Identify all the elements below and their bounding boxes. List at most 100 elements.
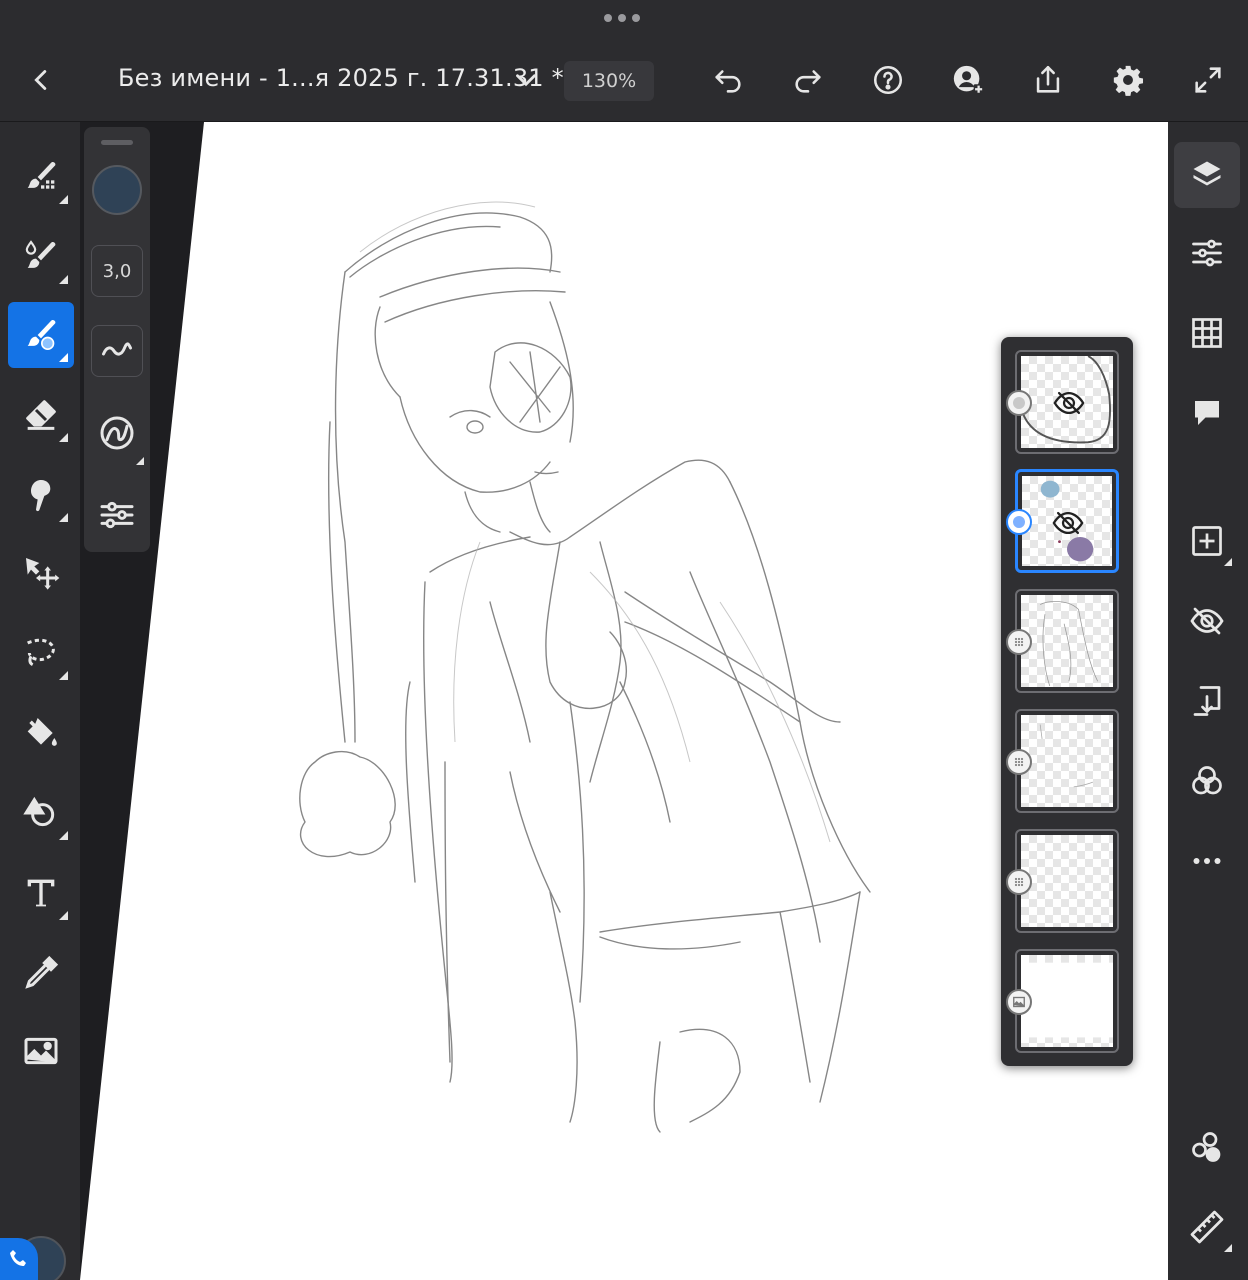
layers-panel (1001, 337, 1133, 1066)
shapes-icon (23, 796, 55, 827)
sliders-icon (1192, 239, 1222, 267)
help-icon (873, 65, 903, 95)
add-user-icon (953, 65, 984, 95)
merge-down-button[interactable] (1174, 668, 1240, 734)
panel-handle[interactable] (101, 140, 133, 145)
more-icon (1193, 858, 1221, 864)
share-button[interactable] (1028, 60, 1068, 100)
layer-type-vector-2 (1006, 509, 1032, 535)
layer-properties-button[interactable] (1174, 220, 1240, 286)
expand-icon (1195, 67, 1221, 93)
text-tool[interactable] (8, 860, 74, 926)
text-icon (27, 879, 55, 907)
vector-layer-icon (1013, 397, 1025, 409)
hidden-eye-icon (1053, 391, 1085, 415)
merge-down-icon (1193, 686, 1221, 716)
ruler-icon (1190, 1210, 1224, 1244)
shapes-tool[interactable] (8, 780, 74, 846)
left-toolbar (0, 122, 80, 1280)
add-layer-button[interactable] (1174, 508, 1240, 574)
layer-thumb-drawing (1039, 601, 1099, 687)
vector-layer-icon (1013, 516, 1025, 528)
chevron-down-icon (516, 74, 536, 87)
fullscreen-button[interactable] (1188, 60, 1228, 100)
zoom-level[interactable]: 130% (564, 61, 654, 101)
pixel-layer-icon (1014, 877, 1024, 887)
back-button[interactable] (22, 60, 62, 100)
top-bar: Без имени - 1...я 2025 г. 17.31.31 * 130… (0, 0, 1248, 122)
move-tool[interactable] (8, 540, 74, 606)
help-button[interactable] (868, 60, 908, 100)
document-title[interactable]: Без имени - 1...я 2025 г. 17.31.31 * (118, 64, 564, 92)
brush-size-field[interactable]: 3,0 (91, 245, 143, 297)
share-icon (1036, 65, 1060, 93)
fill-tool[interactable] (8, 700, 74, 766)
settings-button[interactable] (1108, 60, 1148, 100)
grid-button[interactable] (1174, 300, 1240, 366)
call-indicator[interactable] (0, 1238, 38, 1280)
lasso-tool[interactable] (8, 620, 74, 686)
eraser-tool[interactable] (8, 382, 74, 448)
redo-icon (795, 70, 821, 93)
vector-brush-icon (27, 320, 56, 350)
brush-smoothing-button[interactable] (91, 325, 143, 377)
layer-thumb-drawing (1039, 724, 1094, 788)
add-layer-icon (1192, 526, 1222, 556)
pixel-brush-tool[interactable] (8, 144, 74, 210)
smudge-tool[interactable] (8, 462, 74, 528)
image-icon (24, 1037, 58, 1065)
hide-layer-button[interactable] (1174, 588, 1240, 654)
live-brush-tool[interactable] (8, 224, 74, 290)
image-tool[interactable] (8, 1018, 74, 1084)
eyedropper-tool[interactable] (8, 940, 74, 1006)
layer-thumb-image (1021, 715, 1113, 807)
document-menu-button[interactable] (506, 60, 546, 100)
ruler-button[interactable] (1174, 1194, 1240, 1260)
pixel-brush-icon (27, 162, 56, 189)
brush-color-swatch[interactable] (92, 165, 142, 215)
invite-button[interactable] (948, 60, 988, 100)
wave-icon (102, 342, 132, 356)
brush-library-corner (136, 457, 144, 465)
comments-button[interactable] (1174, 380, 1240, 446)
eye-slash-icon (1190, 607, 1224, 635)
vector-brush-tool[interactable] (8, 302, 74, 368)
lasso-icon (26, 638, 55, 667)
right-toolbar (1168, 122, 1248, 1280)
layers-icon (1193, 161, 1221, 186)
window-grabber[interactable] (604, 14, 644, 26)
grid-icon (1192, 318, 1222, 348)
comment-icon (1195, 401, 1219, 425)
brush-settings-panel: 3,0 (84, 127, 150, 552)
pixel-layer-icon (1014, 757, 1024, 767)
more-options-button[interactable] (1174, 828, 1240, 894)
tutorials-button[interactable] (1174, 1114, 1240, 1180)
layer-type-pixel-3 (1006, 629, 1032, 655)
layer-type-vector-1 (1006, 390, 1032, 416)
redo-button[interactable] (788, 60, 828, 100)
undo-button[interactable] (708, 60, 748, 100)
move-icon (26, 558, 60, 590)
shapes-stack-icon (1192, 1132, 1221, 1162)
brush-library-icon[interactable] (97, 413, 137, 453)
image-layer-icon (1013, 996, 1025, 1008)
chevron-left-icon (34, 70, 47, 90)
layer-thumb-image (1021, 955, 1113, 1047)
layer-thumb-image (1021, 835, 1113, 927)
blend-icon (1192, 766, 1222, 795)
layers-panel-button[interactable] (1174, 142, 1240, 208)
eraser-icon (26, 400, 56, 430)
phone-icon (10, 1250, 26, 1266)
hidden-eye-icon (1052, 511, 1084, 535)
smudge-icon (31, 480, 51, 512)
layer-type-pixel-5 (1006, 869, 1032, 895)
paint-bucket-icon (27, 718, 57, 746)
layer-thumb-drawing (1021, 962, 1113, 1038)
blend-mode-button[interactable] (1174, 748, 1240, 814)
pixel-layer-icon (1014, 637, 1024, 647)
live-brush-icon (25, 240, 56, 268)
eyedropper-icon (25, 955, 59, 989)
brush-settings-sliders-icon[interactable] (97, 495, 137, 535)
layer-thumb-image (1021, 595, 1113, 687)
layer-type-pixel-4 (1006, 749, 1032, 775)
